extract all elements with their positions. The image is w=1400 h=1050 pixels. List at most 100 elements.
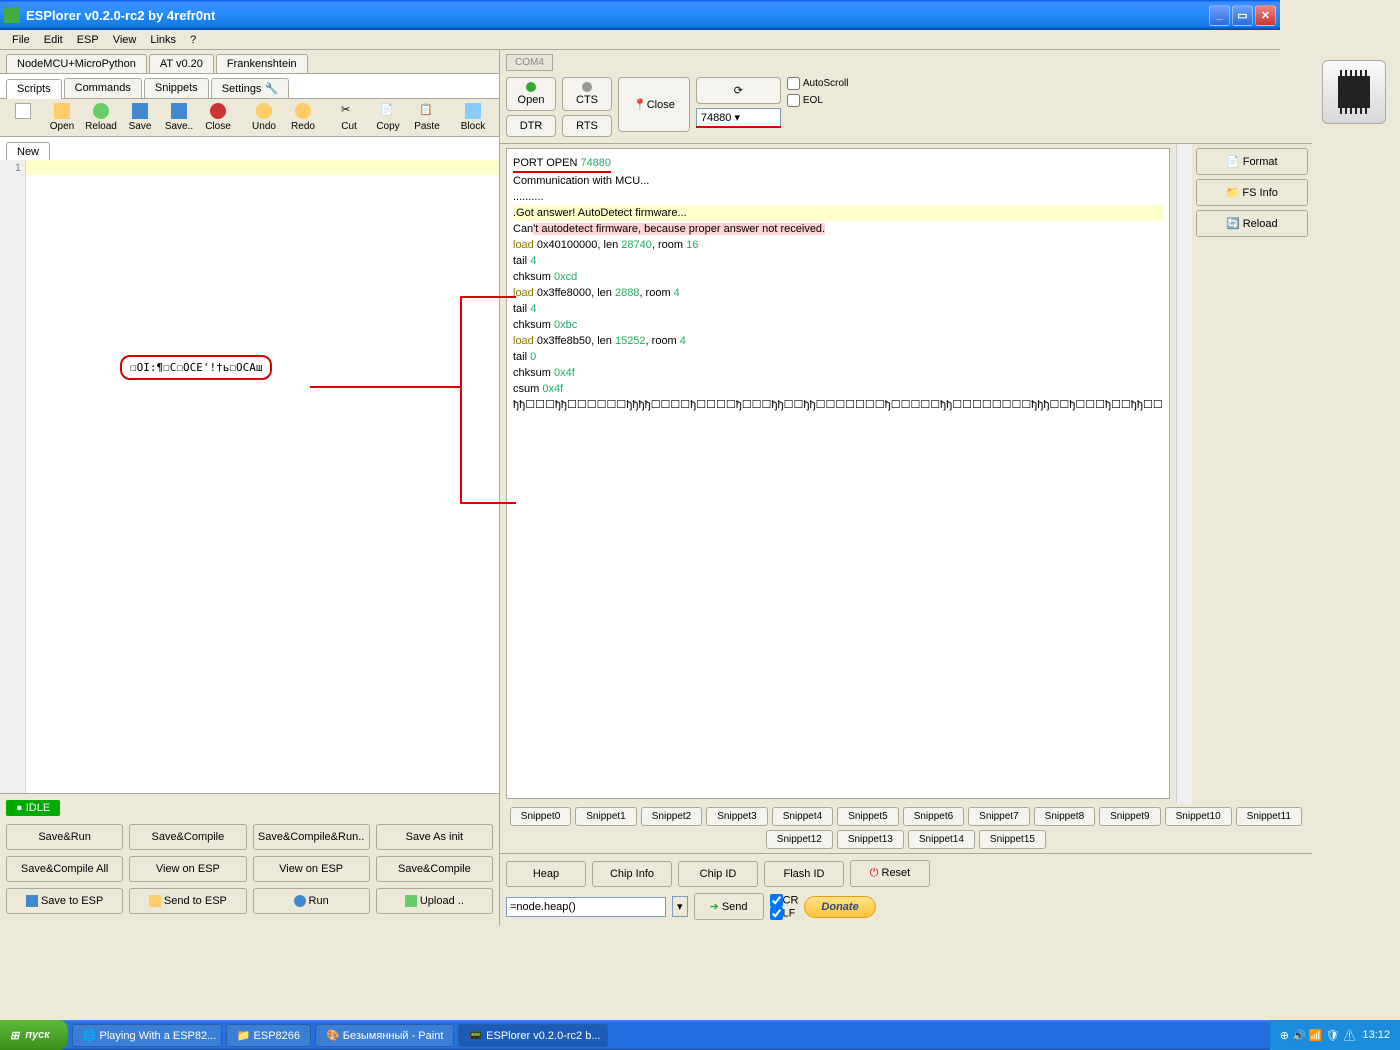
snippet-0[interactable]: Snippet0 [510,807,571,826]
task-2[interactable]: 📁 ESP8266 [226,1024,311,1047]
menu-view[interactable]: View [107,32,143,48]
snippet-8[interactable]: Snippet8 [1034,807,1095,826]
file-tab-new[interactable]: New [6,142,50,161]
window-title: ESPlorer v0.2.0-rc2 by 4refr0nt [26,8,1209,23]
editor-body[interactable] [26,160,499,793]
btn-reset[interactable]: ⏻ Reset [850,860,930,887]
snippet-bar: Snippet0 Snippet1 Snippet2 Snippet3 Snip… [500,803,1312,853]
btn-fsinfo[interactable]: 📁 FS Info [1196,179,1308,206]
btn-refresh-ports[interactable]: ⟳ [696,77,781,104]
tb-save[interactable]: Save [121,101,159,134]
tab-at[interactable]: AT v0.20 [149,54,214,73]
snippet-7[interactable]: Snippet7 [968,807,1029,826]
annotation-bracket [460,296,516,504]
menu-help[interactable]: ? [184,32,202,48]
btn-save-compile-2[interactable]: Save&Compile [376,856,493,882]
btn-chipinfo[interactable]: Chip Info [592,861,672,887]
terminal[interactable]: PORT OPEN 74880 Communication with MCU..… [506,148,1170,799]
start-button[interactable]: ⊞пуск [0,1020,68,1050]
btn-send[interactable]: ➜ Send [694,893,764,920]
subtab-commands[interactable]: Commands [64,78,142,98]
menu-file[interactable]: File [6,32,36,48]
btn-view-esp-1[interactable]: View on ESP [129,856,246,882]
tb-reload[interactable]: Reload [82,101,120,134]
btn-save-compile-run[interactable]: Save&Compile&Run.. [253,824,370,850]
btn-view-esp-2[interactable]: View on ESP [253,856,370,882]
btn-dtr[interactable]: DTR [506,115,556,137]
tb-redo[interactable]: Redo [284,101,322,134]
btn-cts[interactable]: CTS [562,77,612,111]
tb-open[interactable]: Open [43,101,81,134]
tb-new[interactable] [4,101,42,134]
btn-flashid[interactable]: Flash ID [764,861,844,887]
minimize-button[interactable]: _ [1209,5,1230,26]
btn-send-to-esp[interactable]: Send to ESP [129,888,246,914]
snippet-11[interactable]: Snippet11 [1236,807,1302,826]
side-panel: 📄 Format 📁 FS Info 🔄 Reload [1192,144,1312,803]
snippet-1[interactable]: Snippet1 [575,807,636,826]
cmd-input[interactable] [506,897,666,917]
cb-cr[interactable]: CR [770,894,799,907]
btn-format[interactable]: 📄 Format [1196,148,1308,175]
btn-run[interactable]: Run [253,888,370,914]
tb-saveas[interactable]: Save.. [160,101,198,134]
btn-open-port[interactable]: Open [506,77,556,111]
snippet-4[interactable]: Snippet4 [772,807,833,826]
tab-frank[interactable]: Frankenshtein [216,54,308,73]
top-tabs: NodeMCU+MicroPython AT v0.20 Frankenshte… [0,50,499,74]
btn-reload-fs[interactable]: 🔄 Reload [1196,210,1308,237]
task-3[interactable]: 🎨 Безымянный - Paint [315,1024,454,1047]
tb-paste[interactable]: 📋Paste [408,101,446,134]
snippet-5[interactable]: Snippet5 [837,807,898,826]
cb-autoscroll[interactable]: AutoScroll [787,77,849,90]
btn-save-as-init[interactable]: Save As init [376,824,493,850]
tb-block[interactable]: Block [454,101,492,134]
snippet-6[interactable]: Snippet6 [903,807,964,826]
btn-heap[interactable]: Heap [506,861,586,887]
subtab-settings[interactable]: Settings 🔧 [211,78,290,98]
snippet-3[interactable]: Snippet3 [706,807,767,826]
subtab-scripts[interactable]: Scripts [6,79,62,99]
tb-copy[interactable]: 📄Copy [369,101,407,134]
cb-eol[interactable]: EOL [787,94,849,107]
btn-donate[interactable]: Donate [804,896,875,918]
left-pane: NodeMCU+MicroPython AT v0.20 Frankenshte… [0,50,500,926]
subtab-snippets[interactable]: Snippets [144,78,209,98]
btn-rts[interactable]: RTS [562,115,612,137]
snippet-2[interactable]: Snippet2 [641,807,702,826]
terminal-scrollbar[interactable] [1176,144,1192,803]
btn-close-port[interactable]: 📍Close [618,77,690,132]
btn-save-compile[interactable]: Save&Compile [129,824,246,850]
tray-icons[interactable]: ⊕ 🔊 📶 🛡 ⚠ [1280,1029,1357,1042]
tb-undo[interactable]: Undo [245,101,283,134]
cb-lf[interactable]: LF [770,907,799,920]
close-button[interactable]: ✕ [1255,5,1276,26]
btn-upload[interactable]: Upload .. [376,888,493,914]
annotation-box: ☐OI:¶☐C☐OCE'!†ь☐OCAш [120,355,272,380]
tb-close[interactable]: Close [199,101,237,134]
menu-edit[interactable]: Edit [38,32,69,48]
snippet-9[interactable]: Snippet9 [1099,807,1160,826]
snippet-12[interactable]: Snippet12 [766,830,833,849]
system-tray[interactable]: ⊕ 🔊 📶 🛡 ⚠ 13:12 [1270,1020,1400,1050]
btn-save-compile-all[interactable]: Save&Compile All [6,856,123,882]
btn-save-run[interactable]: Save&Run [6,824,123,850]
snippet-10[interactable]: Snippet10 [1165,807,1232,826]
maximize-button[interactable]: ▭ [1232,5,1253,26]
tab-nodemcu[interactable]: NodeMCU+MicroPython [6,54,147,73]
task-1[interactable]: 🌐 Playing With a ESP82... [72,1024,222,1047]
task-4[interactable]: 📟 ESPlorer v0.2.0-rc2 b... [458,1024,608,1047]
menu-links[interactable]: Links [144,32,182,48]
btn-chipid[interactable]: Chip ID [678,861,758,887]
baud-select[interactable]: 74880 ▾ [696,108,781,127]
snippet-15[interactable]: Snippet15 [979,830,1046,849]
annotation-connector [310,386,460,388]
btn-save-to-esp[interactable]: Save to ESP [6,888,123,914]
editor-toolbar: Open Reload Save Save.. Close Undo Redo … [0,99,499,137]
menu-esp[interactable]: ESP [71,32,105,48]
editor[interactable]: 1 ☐OI:¶☐C☐OCE'!†ь☐OCAш [0,160,499,793]
snippet-14[interactable]: Snippet14 [908,830,975,849]
cmd-dropdown[interactable]: ▾ [672,896,688,917]
tb-cut[interactable]: ✂Cut [330,101,368,134]
snippet-13[interactable]: Snippet13 [837,830,904,849]
